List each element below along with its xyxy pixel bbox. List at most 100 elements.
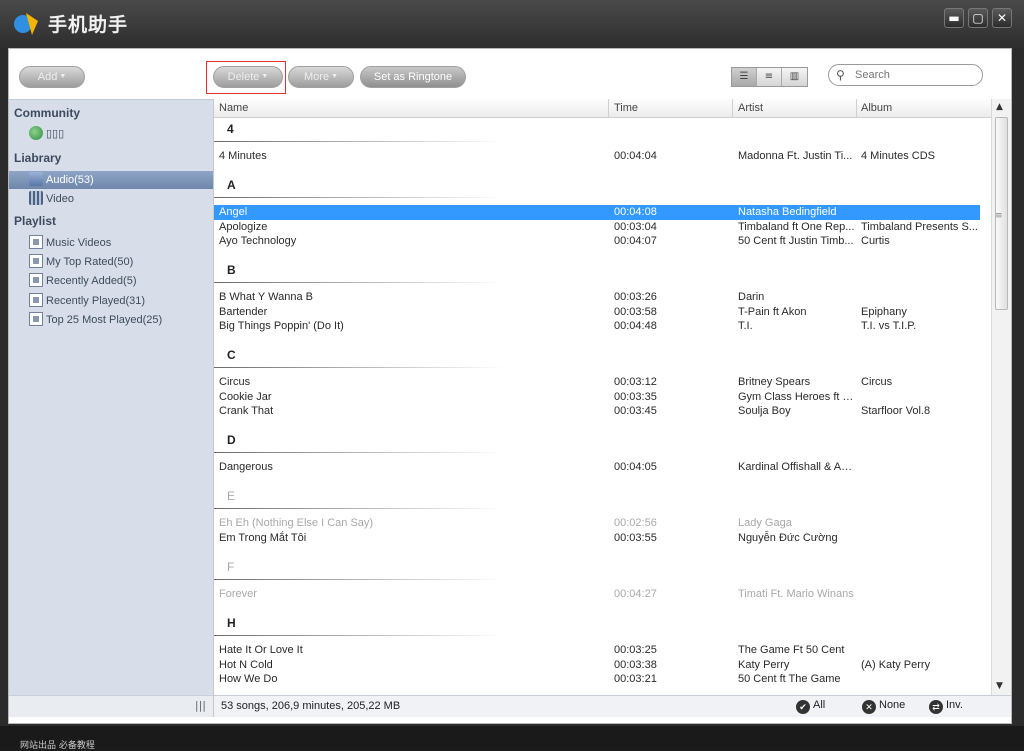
song-time: 00:03:21 — [614, 673, 657, 686]
song-row[interactable]: Apologize 00:03:04 Timbaland ft One Rep...… — [214, 220, 980, 235]
minimize-button[interactable]: ▬ — [944, 8, 964, 28]
song-artist: Natasha Bedingfield — [738, 206, 837, 218]
song-name: Em Trong Mắt Tôi — [219, 531, 307, 544]
column-view-icon: ▥ — [789, 71, 800, 82]
song-artist: Lady Gaga — [738, 517, 792, 529]
song-row[interactable]: Dangerous 00:04:05 Kardinal Offishall & Ak… — [214, 460, 980, 475]
song-artist: 50 Cent ft The Game — [738, 673, 841, 686]
more-button-label: More — [304, 71, 330, 83]
set-as-ringtone-button[interactable]: Set as Ringtone — [360, 66, 466, 88]
scroll-up-icon[interactable]: ▲ — [996, 102, 1003, 112]
song-row[interactable]: Em Trong Mắt Tôi 00:03:55 Nguyễn Đức Cường — [214, 531, 980, 546]
song-row[interactable]: Circus 00:03:12 Britney Spears Circus — [214, 375, 980, 390]
sidebar-item-recently-added[interactable]: Recently Added(5) — [29, 272, 137, 290]
song-row[interactable]: Crank That 00:03:45 Soulja Boy Starfloor Vo… — [214, 404, 980, 419]
song-row[interactable]: How We Do 00:03:21 50 Cent ft The Game — [214, 672, 980, 687]
title-bar[interactable]: 手机助手 ▬ ▢ ✕ — [0, 0, 1024, 48]
song-name: Angel — [219, 206, 248, 218]
resize-grip-icon[interactable]: ||| — [195, 699, 206, 712]
song-time: 00:03:55 — [614, 531, 657, 544]
song-time: 00:03:25 — [614, 644, 657, 656]
column-header-album[interactable]: Album — [861, 102, 892, 114]
chevron-down-icon: ▼ — [331, 73, 338, 80]
more-button[interactable]: More ▼ — [288, 66, 354, 88]
song-artist: Madonna Ft. Justin Ti... — [738, 150, 853, 162]
vertical-scrollbar[interactable]: ▲ ≡ ▼ — [991, 99, 1011, 695]
song-row[interactable]: Big Things Poppin' (Do It) 00:04:48 T.I. T.… — [214, 319, 980, 334]
song-time: 00:03:38 — [614, 658, 657, 671]
group-letter: F — [227, 560, 235, 574]
song-row[interactable]: Ayo Technology 00:04:07 50 Cent ft Justin … — [214, 234, 980, 249]
song-row[interactable]: Bartender 00:03:58 T-Pain ft Akon Epiphany — [214, 305, 980, 320]
search-input[interactable] — [855, 68, 975, 82]
column-header-name[interactable]: Name — [219, 102, 248, 114]
delete-button-label: Delete — [227, 71, 260, 83]
song-group: A Angel 00:04:08 Natasha Bedingfield Apologi… — [214, 177, 991, 262]
sidebar-item-my-top-rated[interactable]: My Top Rated(50) — [29, 253, 133, 271]
status-bar: 53 songs, 206,9 minutes, 205,22 MB ✔ All … — [213, 695, 1011, 717]
playlist-icon — [29, 293, 43, 307]
column-header-row: Name Time Artist Album — [214, 99, 991, 118]
search-box[interactable]: ⚲ — [828, 64, 983, 86]
app-window: 手机助手 ▬ ▢ ✕ Add ▼ Delete ▼ More ▼ Set as Rin… — [0, 0, 1024, 751]
sidebar-item-video[interactable]: Video — [29, 190, 74, 208]
maximize-button[interactable]: ▢ — [968, 8, 988, 28]
column-view-button[interactable]: ▥ — [782, 68, 807, 86]
list-view-icon: ☰ — [739, 71, 749, 82]
column-divider[interactable] — [732, 99, 733, 118]
column-header-artist[interactable]: Artist — [738, 102, 763, 114]
song-row[interactable]: B What Y Wanna B 00:03:26 Darin — [214, 290, 980, 305]
sidebar-item-music-videos[interactable]: Music Videos — [29, 234, 111, 252]
group-letter: 4 — [227, 122, 234, 136]
select-all-button[interactable]: ✔ All — [796, 699, 825, 714]
song-name: Big Things Poppin' (Do It) — [219, 320, 344, 333]
add-button-label: Add — [37, 71, 58, 83]
song-row[interactable]: Angel 00:04:08 Natasha Bedingfield — [214, 205, 980, 220]
song-name: How We Do — [219, 673, 278, 686]
playlist-icon — [29, 312, 43, 326]
sidebar-item-label: Music Videos — [46, 237, 112, 249]
group-divider — [214, 141, 504, 142]
sidebar-item-label: Recently Played(31) — [46, 295, 146, 307]
song-name: Crank That — [219, 405, 274, 418]
library-summary: 53 songs, 206,9 minutes, 205,22 MB — [221, 700, 401, 712]
sidebar-item-recently-played[interactable]: Recently Played(31) — [29, 292, 145, 310]
delete-button[interactable]: Delete ▼ — [213, 66, 283, 88]
song-album: Epiphany — [861, 305, 907, 318]
select-none-label: None — [879, 699, 906, 711]
song-name: Cookie Jar — [219, 390, 272, 403]
song-row[interactable]: Forever 00:04:27 Timati Ft. Mario Winans — [214, 587, 980, 602]
scroll-down-icon[interactable]: ▼ — [996, 681, 1003, 691]
song-album: Timbaland Presents S... — [861, 220, 978, 233]
song-name: Circus — [219, 376, 251, 388]
song-time: 00:04:08 — [614, 206, 657, 218]
invert-selection-button[interactable]: ⇄ Inv. — [929, 699, 963, 714]
sidebar-item-audio[interactable]: Audio(53) — [9, 171, 213, 189]
song-name: Dangerous — [219, 461, 273, 473]
song-row[interactable]: Hot N Cold 00:03:38 Katy Perry (A) Katy Per… — [214, 658, 980, 673]
sidebar-header-community: Community — [14, 106, 80, 120]
song-name: Hate It Or Love It — [219, 644, 303, 656]
close-button[interactable]: ✕ — [992, 8, 1012, 28]
song-row[interactable]: Eh Eh (Nothing Else I Can Say) 00:02:56 La… — [214, 516, 980, 531]
song-row[interactable]: Hate It Or Love It 00:03:25 The Game Ft 50… — [214, 643, 980, 658]
column-divider[interactable] — [608, 99, 609, 118]
list-view-button[interactable]: ☰ — [732, 68, 757, 86]
sidebar: Community ▯▯▯ Liabrary Audio(53) Video P… — [9, 99, 213, 695]
toolbar: Add ▼ Delete ▼ More ▼ Set as Ringtone ☰ ≡ ▥… — [9, 49, 1011, 99]
song-row[interactable]: Cookie Jar 00:03:35 Gym Class Heroes ft T.… — [214, 390, 980, 405]
sidebar-item-top-25-most-played[interactable]: Top 25 Most Played(25) — [29, 311, 162, 329]
song-album: 4 Minutes CDS — [861, 150, 935, 162]
song-artist: The Game Ft 50 Cent — [738, 644, 845, 656]
add-button[interactable]: Add ▼ — [19, 66, 85, 88]
song-album: Starfloor Vol.8 — [861, 405, 931, 418]
detail-view-button[interactable]: ≡ — [757, 68, 782, 86]
select-none-button[interactable]: ✕ None — [862, 699, 905, 714]
column-header-time[interactable]: Time — [614, 102, 638, 114]
sidebar-item-community[interactable]: ▯▯▯ — [29, 125, 64, 143]
song-artist: Katy Perry — [738, 658, 790, 671]
detail-view-icon: ≡ — [764, 71, 774, 82]
song-artist: Nguyễn Đức Cường — [738, 531, 838, 544]
song-row[interactable]: 4 Minutes 00:04:04 Madonna Ft. Justin Ti..… — [214, 149, 980, 164]
column-divider[interactable] — [856, 99, 857, 118]
